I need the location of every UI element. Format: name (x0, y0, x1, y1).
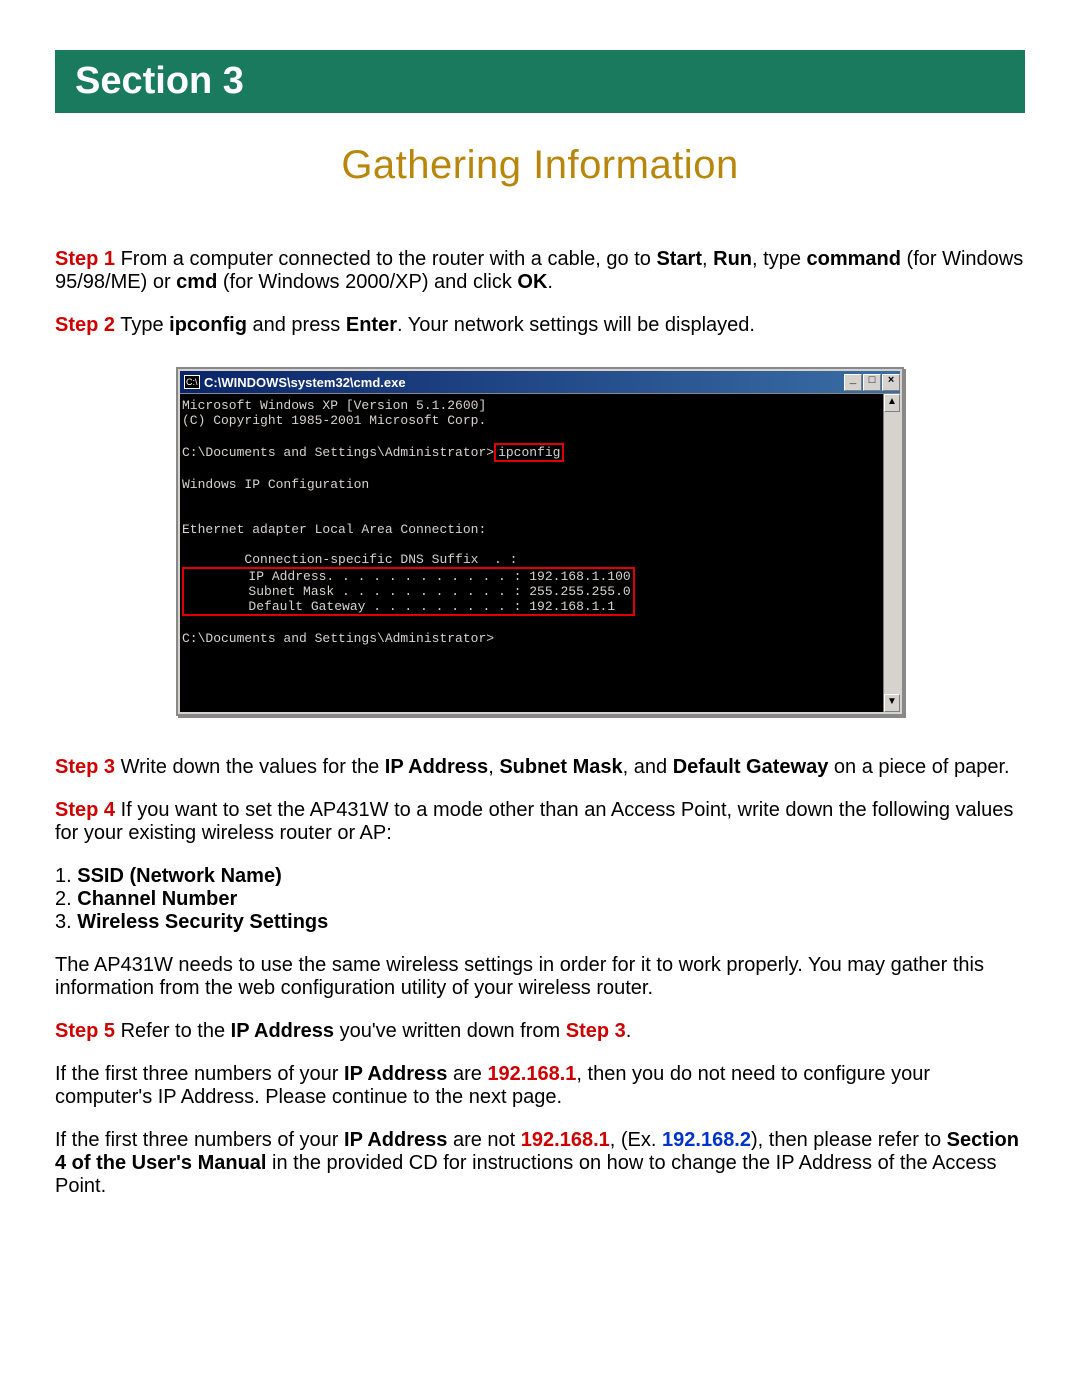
close-button[interactable]: × (882, 374, 900, 391)
step5: Step 5 Refer to the IP Address you've wr… (55, 1020, 1025, 1043)
ipconfig-highlight: ipconfig (494, 443, 564, 462)
cmd-scrollbar[interactable]: ▲ ▼ (883, 394, 900, 712)
step4: Step 4 If you want to set the AP431W to … (55, 799, 1025, 845)
section-banner: Section 3 (55, 50, 1025, 113)
page-title: Gathering Information (55, 143, 1025, 188)
step1: Step 1 From a computer connected to the … (55, 248, 1025, 294)
scroll-track[interactable] (884, 412, 900, 694)
step5-label: Step 5 (55, 1020, 115, 1042)
step2-label: Step 2 (55, 314, 115, 336)
step2: Step 2 Type ipconfig and press Enter. Yo… (55, 314, 1025, 337)
settings-list: 1. SSID (Network Name) 2. Channel Number… (55, 865, 1025, 934)
step1-label: Step 1 (55, 248, 115, 270)
cmd-title: C:\WINDOWS\system32\cmd.exe (204, 375, 843, 390)
step4-label: Step 4 (55, 799, 115, 821)
cmd-body: Microsoft Windows XP [Version 5.1.2600] … (180, 394, 900, 712)
step3-label: Step 3 (55, 756, 115, 778)
cmd-icon: C:\ (184, 375, 200, 389)
maximize-button[interactable]: □ (863, 374, 881, 391)
para-if-match: If the first three numbers of your IP Ad… (55, 1063, 1025, 1109)
minimize-button[interactable]: _ (844, 374, 862, 391)
step4-para2: The AP431W needs to use the same wireles… (55, 954, 1025, 1000)
network-info-highlight: IP Address. . . . . . . . . . . . : 192.… (182, 567, 635, 616)
scroll-up-button[interactable]: ▲ (884, 394, 900, 412)
cmd-titlebar: C:\ C:\WINDOWS\system32\cmd.exe _ □ × (180, 371, 900, 393)
step3: Step 3 Write down the values for the IP … (55, 756, 1025, 779)
para-if-no-match: If the first three numbers of your IP Ad… (55, 1129, 1025, 1198)
cmd-window: C:\ C:\WINDOWS\system32\cmd.exe _ □ × Mi… (176, 367, 904, 716)
scroll-down-button[interactable]: ▼ (884, 694, 900, 712)
